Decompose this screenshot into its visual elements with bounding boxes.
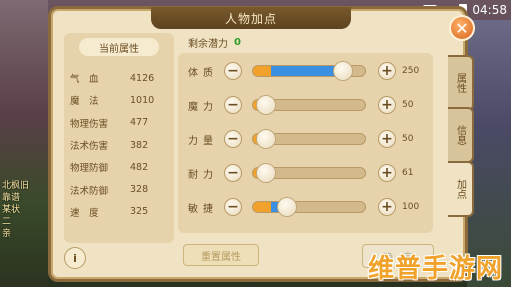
allocation-label: 敏捷 (188, 203, 218, 215)
allocation-slider[interactable] (252, 197, 366, 217)
slider-knob[interactable] (332, 61, 353, 81)
allocation-row-endurance: 耐力 − + 61 (178, 161, 433, 185)
plus-button[interactable]: + (378, 62, 396, 80)
stat-label: 物理防御 (70, 163, 109, 175)
tab-add-points[interactable]: 加点 (448, 161, 474, 217)
allocation-value: 61 (402, 168, 414, 178)
allocation-slider[interactable] (252, 95, 366, 115)
stat-row-physical-damage: 物理伤害 477 (70, 112, 170, 134)
minus-button[interactable]: − (224, 96, 242, 114)
stat-value: 482 (130, 161, 149, 173)
chat-line: 北枫旧 (2, 181, 30, 191)
allocation-slider[interactable] (252, 129, 366, 149)
slider-knob[interactable] (256, 129, 277, 149)
current-attributes-header: 当前属性 (79, 38, 159, 56)
chat-line: 亲 (2, 229, 12, 239)
stat-label: 法术伤害 (70, 141, 109, 153)
panel-title-bar: 人物加点 (151, 7, 351, 29)
allocation-label: 魔力 (188, 101, 218, 113)
stat-row-mp: 魔 法 1010 (70, 89, 170, 111)
allocation-label: 体质 (188, 67, 218, 79)
plus-button[interactable]: + (378, 130, 396, 148)
remaining-potential: 剩余潜力 0 (188, 35, 241, 50)
stat-label: 魔 法 (70, 96, 99, 108)
status-time: 04:58 (472, 3, 507, 17)
game-left-chat: 北枫旧 靠谱 某状 二 亲 (2, 180, 48, 240)
reset-attributes-button[interactable]: 重置属性 (183, 244, 259, 266)
stat-row-magic-damage: 法术伤害 382 (70, 134, 170, 156)
stat-value: 325 (130, 206, 149, 218)
chat-line: 靠谱 (2, 193, 21, 203)
minus-button[interactable]: − (224, 164, 242, 182)
allocation-row-magic: 魔力 − + 50 (178, 93, 433, 117)
slider-knob[interactable] (276, 197, 297, 217)
allocation-slider[interactable] (252, 61, 366, 81)
allocation-label: 力量 (188, 135, 218, 147)
chat-line: 某状 (2, 205, 21, 215)
allocation-label: 耐力 (188, 169, 218, 181)
tab-info[interactable]: 信息 (448, 107, 474, 163)
allocation-row-agility: 敏捷 − + 100 (178, 195, 433, 219)
close-button[interactable]: ✕ (449, 15, 475, 41)
plus-button[interactable]: + (378, 198, 396, 216)
allocation-value: 250 (402, 66, 420, 76)
info-button[interactable]: i (64, 247, 86, 269)
minus-button[interactable]: − (224, 198, 242, 216)
allocation-area: 体质 − + 250 魔力 − + 50 力量 − + 50 耐力 − + 61… (178, 53, 433, 233)
allocation-value: 100 (402, 202, 420, 212)
stat-label: 气 血 (70, 74, 99, 86)
potential-value: 0 (234, 37, 241, 48)
potential-label: 剩余潜力 (188, 39, 228, 50)
plus-button[interactable]: + (378, 164, 396, 182)
stat-label: 法术防御 (70, 185, 109, 197)
allocation-row-strength: 力量 − + 50 (178, 127, 433, 151)
stat-value: 4126 (130, 72, 155, 84)
slider-knob[interactable] (256, 95, 277, 115)
current-attributes-panel: 当前属性 气 血 4126 魔 法 1010 物理伤害 477 法术伤害 382… (64, 33, 174, 243)
panel-title: 人物加点 (224, 11, 277, 26)
chat-line: 二 (2, 217, 12, 227)
stat-value: 328 (130, 184, 149, 196)
stat-row-magic-defense: 法术防御 328 (70, 178, 170, 200)
plus-button[interactable]: + (378, 96, 396, 114)
allocation-slider[interactable] (252, 163, 366, 183)
add-points-panel: 人物加点 ✕ 当前属性 气 血 4126 魔 法 1010 物理伤害 477 法… (48, 6, 475, 282)
stat-row-physical-defense: 物理防御 482 (70, 156, 170, 178)
tab-attributes[interactable]: 属性 (448, 55, 474, 111)
slider-fill (253, 66, 343, 76)
minus-button[interactable]: − (224, 130, 242, 148)
allocation-value: 50 (402, 134, 414, 144)
allocation-value: 50 (402, 100, 414, 110)
stat-label: 物理伤害 (70, 118, 109, 130)
stat-row-hp: 气 血 4126 (70, 67, 170, 89)
stat-value: 1010 (130, 94, 155, 106)
allocation-row-constitution: 体质 − + 250 (178, 59, 433, 83)
stat-row-speed: 速 度 325 (70, 201, 170, 223)
minus-button[interactable]: − (224, 62, 242, 80)
stat-label: 速 度 (70, 207, 99, 219)
watermark: 维普手游网 (367, 254, 503, 284)
game-left-scene (0, 0, 48, 287)
stat-list: 气 血 4126 魔 法 1010 物理伤害 477 法术伤害 382 物理防御… (70, 67, 170, 223)
slider-knob[interactable] (256, 163, 277, 183)
stat-value: 477 (130, 117, 149, 129)
stat-value: 382 (130, 139, 149, 151)
